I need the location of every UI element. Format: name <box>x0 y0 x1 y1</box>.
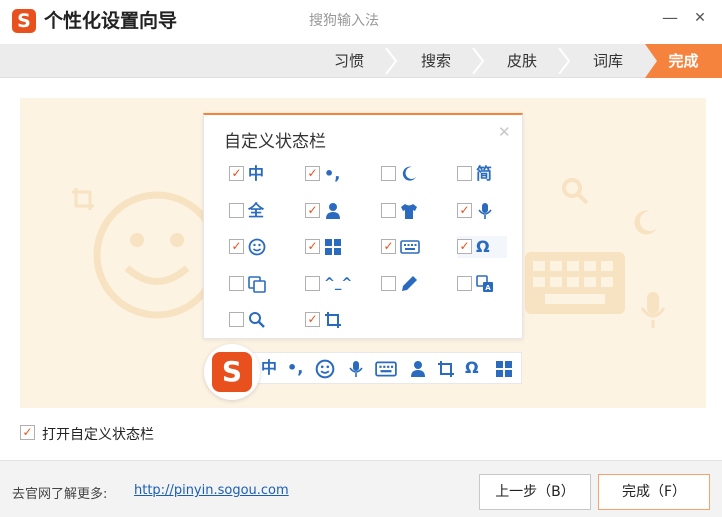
checkbox[interactable]: ✓ <box>381 239 396 254</box>
checkbox[interactable] <box>381 276 396 291</box>
option-omega[interactable]: ✓ Ω <box>457 236 507 258</box>
option-smiley[interactable]: ✓ <box>229 236 279 258</box>
sogou-logo-icon: S <box>212 352 252 392</box>
option-jian[interactable]: 简 <box>457 163 507 185</box>
checkbox[interactable] <box>229 276 244 291</box>
checkbox[interactable]: ✓ <box>305 203 320 218</box>
punctuation-icon: •, <box>287 358 304 377</box>
finish-button[interactable]: 完成（F） <box>598 474 710 510</box>
statusbar-preview: 中 •, Ω <box>252 352 522 384</box>
option-window[interactable] <box>229 273 279 295</box>
checkbox[interactable]: ✓ <box>305 239 320 254</box>
checkbox[interactable] <box>381 166 396 181</box>
statusbar-logo: S <box>204 344 260 400</box>
footer: 去官网了解更多: http://pinyin.sogou.com 上一步（B） … <box>0 460 722 517</box>
option-crop[interactable]: ✓ <box>305 309 355 331</box>
step-search: 搜索 <box>420 52 451 70</box>
minimize-button[interactable]: — <box>660 8 680 28</box>
checkbox[interactable] <box>457 166 472 181</box>
crop-decoration-icon <box>72 188 94 210</box>
step-habit: 习惯 <box>333 52 364 70</box>
step-bar: 习惯 搜索 皮肤 词库 完成 <box>0 44 722 78</box>
option-microphone[interactable]: ✓ <box>457 200 507 222</box>
checkbox[interactable] <box>305 276 320 291</box>
option-kaomoji[interactable]: ^_^ <box>305 273 355 295</box>
checkbox[interactable] <box>381 203 396 218</box>
keyboard-decoration-icon <box>525 252 625 314</box>
checkbox[interactable]: ✓ <box>305 312 320 327</box>
panel-title: 自定义状态栏 <box>224 132 326 152</box>
option-pen[interactable] <box>381 273 431 295</box>
checkbox[interactable]: ✓ <box>457 203 472 218</box>
step-finish: 完成 <box>645 44 722 78</box>
footer-text: 去官网了解更多: <box>12 487 108 502</box>
checkbox[interactable]: ✓ <box>457 239 472 254</box>
option-grid[interactable]: ✓ <box>305 236 355 258</box>
omega-icon: Ω <box>465 358 479 377</box>
window-subtitle: 搜狗输入法 <box>309 13 379 29</box>
window-title: 个性化设置向导 <box>44 10 178 32</box>
option-search[interactable] <box>229 309 279 331</box>
panel-close-icon[interactable]: ✕ <box>498 123 511 141</box>
checkbox[interactable]: ✓ <box>229 239 244 254</box>
jian-char: 简 <box>476 164 493 183</box>
option-translate[interactable]: A <box>457 273 507 295</box>
title-bar: S 个性化设置向导 搜狗输入法 — ✕ <box>0 0 722 44</box>
enable-statusbar-label: 打开自定义状态栏 <box>42 427 154 443</box>
step-skin: 皮肤 <box>506 52 537 70</box>
checkbox[interactable] <box>229 203 244 218</box>
option-shirt[interactable] <box>381 200 431 222</box>
enable-statusbar-checkbox[interactable]: ✓ <box>20 425 35 440</box>
sogou-logo-icon: S <box>12 9 36 33</box>
checkbox[interactable]: ✓ <box>305 166 320 181</box>
website-link[interactable]: http://pinyin.sogou.com <box>134 483 289 498</box>
punctuation-icon: •, <box>324 164 341 183</box>
checkbox[interactable]: ✓ <box>229 166 244 181</box>
svg-text:A: A <box>485 284 491 292</box>
search-decoration-icon <box>562 178 589 205</box>
previous-button[interactable]: 上一步（B） <box>479 474 591 510</box>
custom-statusbar-panel: 自定义状态栏 ✕ ✓ 中 ✓ •, 简 全 ✓ ✓ ✓ ✓ ✓ ✓ Ω ^_^ … <box>203 113 523 339</box>
kaomoji-icon: ^_^ <box>324 276 353 291</box>
quan-char: 全 <box>248 201 265 220</box>
option-quan[interactable]: 全 <box>229 200 279 222</box>
microphone-decoration-icon <box>640 292 666 328</box>
option-punctuation[interactable]: ✓ •, <box>305 163 355 185</box>
checkbox[interactable] <box>229 312 244 327</box>
step-dictionary: 词库 <box>592 52 623 70</box>
checkbox[interactable] <box>457 276 472 291</box>
zhong-char: 中 <box>248 164 265 183</box>
close-button[interactable]: ✕ <box>690 8 710 28</box>
zhong-char: 中 <box>261 358 278 377</box>
option-zhong[interactable]: ✓ 中 <box>229 163 279 185</box>
moon-decoration-icon <box>634 210 657 235</box>
option-moon[interactable] <box>381 163 431 185</box>
option-keyboard[interactable]: ✓ <box>381 236 431 258</box>
option-user[interactable]: ✓ <box>305 200 355 222</box>
omega-icon: Ω <box>476 237 490 256</box>
